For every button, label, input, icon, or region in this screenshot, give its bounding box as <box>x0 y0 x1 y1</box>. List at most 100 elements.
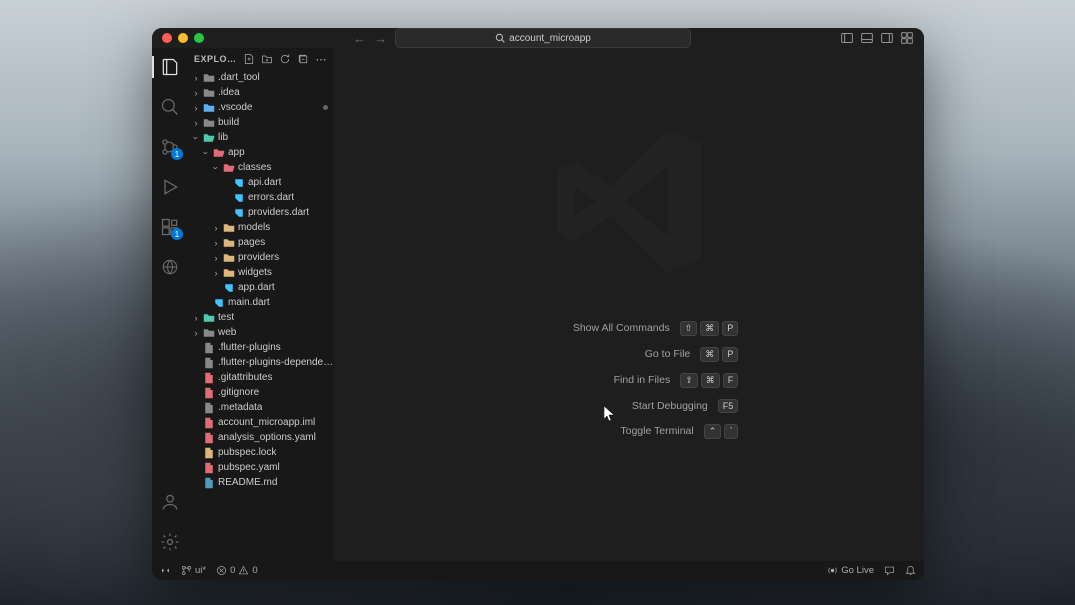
tree-item[interactable]: ›web <box>188 325 334 340</box>
tree-item[interactable]: pubspec.yaml <box>188 460 334 475</box>
tree-item[interactable]: api.dart <box>188 175 334 190</box>
file-icon <box>203 372 215 384</box>
file-icon <box>203 432 215 444</box>
file-icon <box>203 477 215 489</box>
search-tab-icon[interactable] <box>159 96 181 118</box>
shortcut-row: Find in Files⇧⌘F <box>520 373 739 388</box>
extensions-icon[interactable]: 1 <box>159 216 181 238</box>
keyboard-key: ⇧ <box>680 321 698 336</box>
tree-item-label: lib <box>218 132 228 143</box>
new-file-icon[interactable] <box>242 52 256 66</box>
tree-item[interactable]: ›.dart_tool <box>188 70 334 85</box>
file-icon <box>203 342 215 354</box>
tree-item-label: pubspec.lock <box>218 447 276 458</box>
file-icon <box>203 447 215 459</box>
settings-gear-icon[interactable] <box>159 531 181 553</box>
keyboard-key: ⌘ <box>701 373 720 388</box>
chevron-icon: › <box>192 103 200 113</box>
tree-item[interactable]: ›.vscode <box>188 100 334 115</box>
folder-icon <box>223 252 235 264</box>
remote-indicator[interactable] <box>160 565 171 576</box>
tree-item[interactable]: ›pages <box>188 235 334 250</box>
tree-item[interactable]: ›app <box>188 145 334 160</box>
git-branch[interactable]: ui* <box>181 565 206 576</box>
tree-item[interactable]: main.dart <box>188 295 334 310</box>
tree-item[interactable]: providers.dart <box>188 205 334 220</box>
tree-item-label: .gitignore <box>218 387 259 398</box>
more-icon[interactable]: ⋯ <box>314 52 328 66</box>
nav-back-icon[interactable]: ← <box>353 31 366 46</box>
new-folder-icon[interactable] <box>260 52 274 66</box>
notifications-icon[interactable] <box>905 565 916 576</box>
tree-item[interactable]: › lib <box>188 130 334 145</box>
tree-item[interactable]: ›test <box>188 310 334 325</box>
tree-item[interactable]: ›models <box>188 220 334 235</box>
tree-item[interactable]: app.dart <box>188 280 334 295</box>
dart-file-icon <box>213 297 225 309</box>
tree-item-label: .gitattributes <box>218 372 272 383</box>
titlebar: ← → account_microapp <box>152 28 924 48</box>
chevron-icon: › <box>212 253 220 263</box>
remote-icon[interactable] <box>159 256 181 278</box>
folder-icon <box>203 312 215 324</box>
file-icon <box>203 462 215 474</box>
window-close-button[interactable] <box>162 33 172 43</box>
tree-item[interactable]: analysis_options.yaml <box>188 430 334 445</box>
folder-icon <box>203 72 215 84</box>
chevron-icon: › <box>212 238 220 248</box>
folder-icon <box>223 162 235 174</box>
keyboard-key: ⇧ <box>680 373 698 388</box>
window-minimize-button[interactable] <box>178 33 188 43</box>
tree-item-label: analysis_options.yaml <box>218 432 316 443</box>
tree-item[interactable]: .gitignore <box>188 385 334 400</box>
explorer-sidebar: EXPLORE… ⋯ ›.dart_tool›.idea›.vscode›bui… <box>188 48 334 561</box>
folder-icon <box>203 327 215 339</box>
chevron-icon: › <box>201 149 211 157</box>
layout-sidebar-left-icon[interactable] <box>840 31 854 45</box>
feedback-icon[interactable] <box>884 565 895 576</box>
explorer-icon[interactable] <box>159 56 181 78</box>
tree-item[interactable]: ›.idea <box>188 85 334 100</box>
tree-item-label: main.dart <box>228 297 270 308</box>
layout-sidebar-right-icon[interactable] <box>880 31 894 45</box>
nav-forward-icon[interactable]: → <box>374 31 387 46</box>
chevron-icon: › <box>191 134 201 142</box>
tree-item[interactable]: .flutter-plugins-dependen… <box>188 355 334 370</box>
tree-item[interactable]: .gitattributes <box>188 370 334 385</box>
collapse-all-icon[interactable] <box>296 52 310 66</box>
window-maximize-button[interactable] <box>194 33 204 43</box>
tree-item[interactable]: errors.dart <box>188 190 334 205</box>
tree-item[interactable]: ›classes <box>188 160 334 175</box>
tree-item[interactable]: .flutter-plugins <box>188 340 334 355</box>
go-live-button[interactable]: Go Live <box>827 565 874 576</box>
tree-item[interactable]: ›providers <box>188 250 334 265</box>
tree-item[interactable]: ›build <box>188 115 334 130</box>
tree-item[interactable]: pubspec.lock <box>188 445 334 460</box>
tree-item[interactable]: README.md <box>188 475 334 490</box>
tree-item-label: web <box>218 327 236 338</box>
run-debug-icon[interactable] <box>159 176 181 198</box>
tree-item[interactable]: ›widgets <box>188 265 334 280</box>
file-tree: ›.dart_tool›.idea›.vscode›build›lib›app›… <box>188 70 334 561</box>
command-center[interactable]: account_microapp <box>395 28 691 48</box>
shortcut-row: Start DebuggingF5 <box>520 399 739 413</box>
sidebar-title: EXPLORE… <box>194 54 238 64</box>
dart-file-icon <box>233 192 245 204</box>
scm-badge: 1 <box>171 148 183 160</box>
customize-layout-icon[interactable] <box>900 31 914 45</box>
chevron-icon: › <box>212 223 220 233</box>
tree-item[interactable]: .metadata <box>188 400 334 415</box>
accounts-icon[interactable] <box>159 491 181 513</box>
layout-panel-icon[interactable] <box>860 31 874 45</box>
tree-item[interactable]: account_microapp.iml <box>188 415 334 430</box>
tree-item-label: .dart_tool <box>218 72 260 83</box>
tree-item-label: app.dart <box>238 282 275 293</box>
file-icon <box>203 417 215 429</box>
dart-file-icon <box>223 282 235 294</box>
source-control-icon[interactable]: 1 <box>159 136 181 158</box>
search-icon <box>495 33 505 43</box>
refresh-icon[interactable] <box>278 52 292 66</box>
ext-badge: 1 <box>171 228 183 240</box>
problems[interactable]: 0 0 <box>216 565 258 576</box>
keyboard-key: ⌘ <box>700 321 719 336</box>
